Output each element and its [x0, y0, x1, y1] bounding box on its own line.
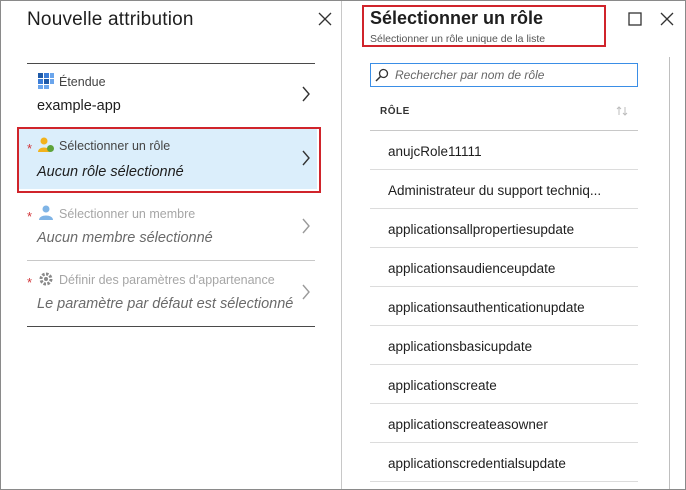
role-list-item[interactable]: applicationscreate [370, 366, 638, 404]
row-divider [27, 127, 315, 128]
select-role-row[interactable]: * Sélectionner un rôle Aucun rôle sélect… [19, 129, 317, 189]
required-marker: * [27, 275, 33, 290]
role-list-item[interactable]: anujcRole11111 [370, 132, 638, 170]
scope-label: Étendue [59, 75, 106, 89]
scope-grid-icon [38, 73, 54, 89]
select-role-blade: Sélectionner un rôle Sélectionner un rôl… [342, 1, 685, 489]
role-list-item[interactable]: applicationscreateasowner [370, 405, 638, 443]
close-icon[interactable] [659, 11, 675, 27]
chevron-right-icon [302, 284, 310, 300]
select-member-value: Aucun membre sélectionné [37, 230, 213, 246]
role-search-box[interactable] [370, 63, 638, 87]
role-list: anujcRole11111 Administrateur du support… [370, 132, 638, 482]
required-marker: * [27, 209, 33, 224]
chevron-right-icon [302, 218, 310, 234]
row-divider [27, 326, 315, 327]
role-list-item[interactable]: applicationsbasicupdate [370, 327, 638, 365]
blade-title: Nouvelle attribution [27, 9, 194, 30]
scope-value: example-app [37, 98, 121, 114]
select-role-label: Sélectionner un rôle [59, 139, 171, 153]
chevron-right-icon [302, 86, 310, 102]
gear-icon [39, 272, 53, 286]
user-icon [39, 205, 53, 220]
new-assignment-blade: Nouvelle attribution Étendue example-app [1, 1, 342, 489]
close-icon[interactable] [317, 11, 333, 27]
role-list-item[interactable]: Administrateur du support techniq... [370, 171, 638, 209]
blade-subtitle: Sélectionner un rôle unique de la liste [370, 33, 546, 45]
scope-row[interactable]: Étendue example-app [27, 65, 315, 127]
membership-settings-value: Le paramètre par défaut est sélectionné [37, 296, 294, 312]
select-member-row[interactable]: * Sélectionner un membre Aucun membre sé… [27, 197, 315, 259]
search-icon [375, 68, 389, 82]
membership-settings-label: Définir des paramètres d'appartenance [59, 273, 275, 287]
user-role-icon [38, 137, 54, 152]
role-list-item[interactable]: applicationsauthenticationupdate [370, 288, 638, 326]
scrollbar[interactable] [669, 57, 670, 489]
required-marker: * [27, 141, 33, 156]
select-role-value: Aucun rôle sélectionné [37, 164, 184, 180]
select-member-label: Sélectionner un membre [59, 207, 196, 221]
role-list-item[interactable]: applicationsallpropertiesupdate [370, 210, 638, 248]
membership-settings-row[interactable]: * Définir des paramètres d'appartenance … [27, 263, 315, 325]
chevron-right-icon [302, 150, 310, 166]
row-divider [27, 63, 315, 64]
window-frame: Nouvelle attribution Étendue example-app [0, 0, 686, 490]
maximize-icon[interactable] [628, 12, 642, 26]
sort-icon[interactable] [616, 105, 628, 117]
blade-title: Sélectionner un rôle [370, 8, 544, 28]
role-list-item[interactable]: applicationsaudienceupdate [370, 249, 638, 287]
role-column-label: RÔLE [380, 106, 410, 117]
role-search-input[interactable] [395, 66, 631, 84]
role-column-header[interactable]: RÔLE [370, 97, 638, 131]
row-divider [27, 260, 315, 261]
role-list-item[interactable]: applicationscredentialsupdate [370, 444, 638, 482]
